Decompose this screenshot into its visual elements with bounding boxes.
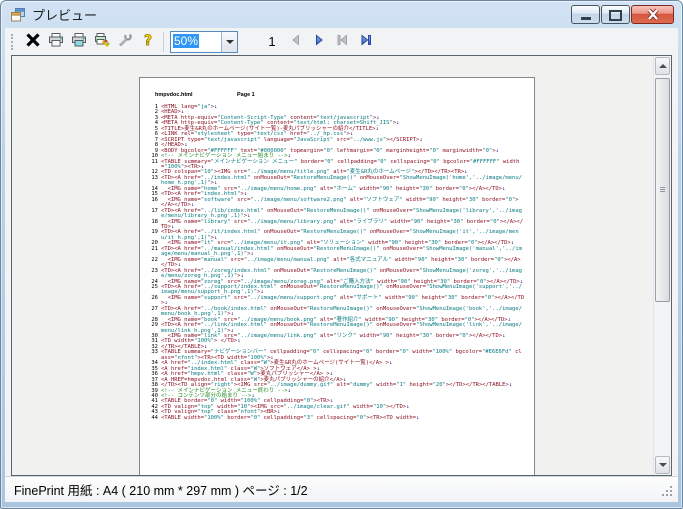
close-button[interactable] [631, 5, 674, 24]
zoom-value[interactable]: 50% [171, 32, 221, 52]
settings-button[interactable] [113, 31, 136, 53]
preview-area: hmpvdoc.html Page 1 1<HTML lang="ja">↓2<… [11, 55, 672, 476]
status-text: FinePrint 用紙 : A4 ( 210 mm * 297 mm ) ペー… [14, 480, 308, 499]
scroll-up-button[interactable] [655, 57, 670, 75]
code-lines: 1<HTML lang="ja">↓2<HEAD>↓3<META http-eq… [147, 105, 525, 421]
minimize-button[interactable] [571, 5, 600, 24]
triangle-left-icon [289, 33, 303, 50]
window-title: プレビュー [32, 5, 97, 24]
svg-text:?: ? [143, 33, 151, 48]
maximize-button[interactable] [601, 5, 630, 24]
code-line: 44<TABLE width="100%" border="0" cellpad… [147, 416, 525, 421]
toolbar-separator [163, 32, 164, 52]
preview-window: プレビュー [0, 0, 683, 509]
caption-buttons [571, 5, 674, 24]
page-header-pagenum: Page 1 [237, 92, 255, 98]
first-page-button[interactable] [330, 31, 353, 53]
triangle-right-icon [312, 33, 326, 50]
help-button[interactable]: ? [136, 31, 159, 53]
vertical-scrollbar[interactable] [653, 56, 671, 475]
page-number-label: 1 [266, 34, 278, 49]
page-header-filename: hmpvdoc.html [155, 92, 193, 98]
chevron-down-icon [226, 40, 234, 48]
triangle-down-icon [659, 463, 667, 471]
scroll-down-button[interactable] [655, 456, 670, 474]
client-area: ? 50% 1 [5, 28, 678, 502]
minimize-icon [581, 17, 591, 20]
wrench-icon [117, 32, 133, 51]
zoom-combobox[interactable]: 50% [170, 31, 238, 53]
next-page-button[interactable] [307, 31, 330, 53]
resize-grip[interactable] [662, 486, 674, 498]
print-copy-button[interactable] [67, 31, 90, 53]
page-header: hmpvdoc.html Page 1 [155, 92, 355, 98]
printer-pages-icon [71, 32, 87, 51]
close-icon [644, 7, 662, 22]
x-icon [25, 32, 41, 51]
print-button[interactable] [44, 31, 67, 53]
triangle-up-icon [659, 60, 667, 68]
question-mark-icon: ? [140, 32, 156, 51]
bar-triangle-left-icon [335, 33, 349, 50]
status-bar: FinePrint 用紙 : A4 ( 210 mm * 297 mm ) ペー… [5, 476, 678, 502]
maximize-icon [609, 10, 622, 21]
scroll-thumb[interactable] [655, 78, 670, 302]
printer-settings-icon [94, 32, 110, 51]
last-page-button[interactable] [353, 31, 376, 53]
app-icon [10, 7, 26, 23]
document-page: hmpvdoc.html Page 1 1<HTML lang="ja">↓2<… [139, 77, 535, 476]
zoom-dropdown-button[interactable] [221, 32, 237, 52]
toolbar: ? 50% 1 [5, 28, 678, 55]
toolbar-grip[interactable] [11, 34, 16, 50]
print-settings-button[interactable] [90, 31, 113, 53]
close-preview-button[interactable] [21, 31, 44, 53]
triangle-right-bar-icon [358, 33, 372, 50]
printer-icon [48, 32, 64, 51]
previous-page-button[interactable] [284, 31, 307, 53]
